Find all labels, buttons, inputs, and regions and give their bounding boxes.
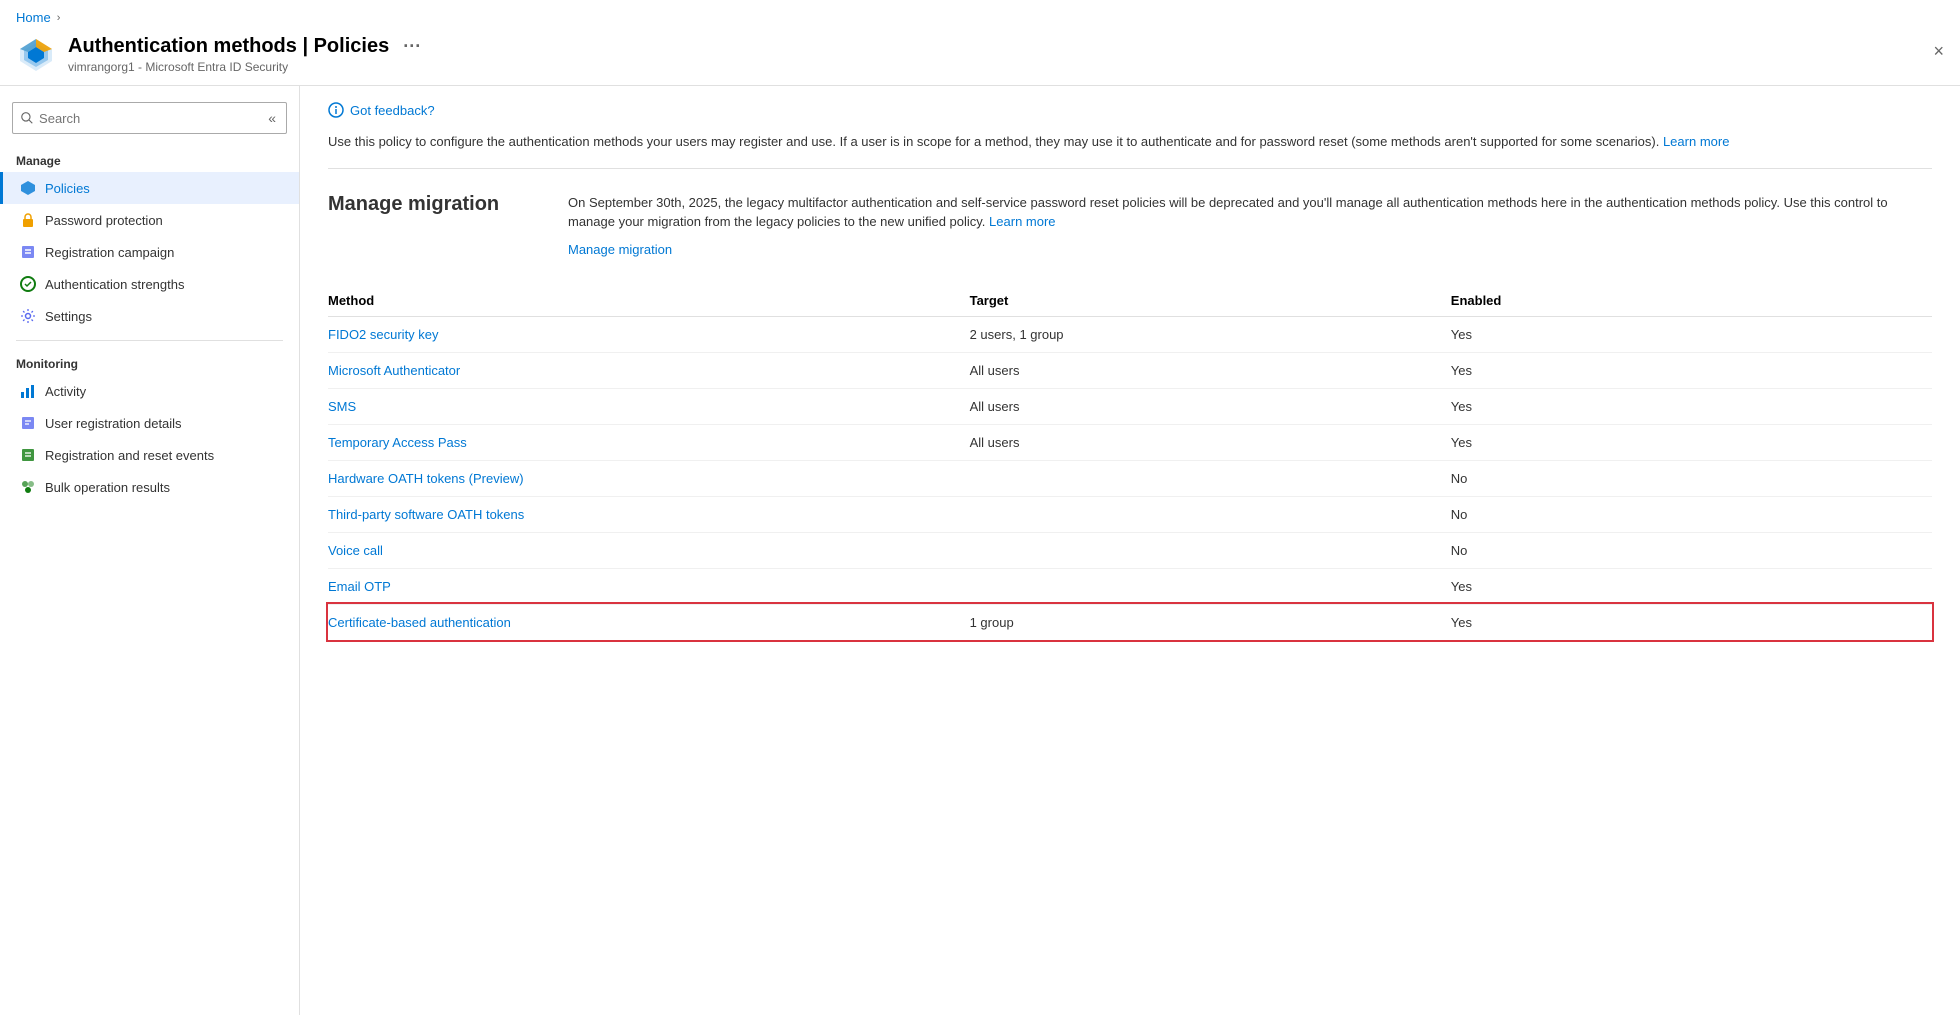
col-header-target: Target (970, 285, 1451, 317)
regcampaign-icon (19, 243, 37, 261)
table-header-row: Method Target Enabled (328, 285, 1932, 317)
close-button[interactable]: × (1933, 41, 1944, 62)
method-cell[interactable]: SMS (328, 388, 970, 424)
breadcrumb-home[interactable]: Home (16, 10, 51, 25)
breadcrumb-separator: › (57, 12, 61, 24)
method-cell[interactable]: Microsoft Authenticator (328, 352, 970, 388)
main-layout: « Manage Policies Password protection (0, 86, 1960, 1015)
app-icon (16, 35, 56, 75)
sidebar-item-bulk-operations[interactable]: Bulk operation results (0, 471, 299, 503)
enabled-cell: Yes (1451, 388, 1932, 424)
method-cell[interactable]: Temporary Access Pass (328, 424, 970, 460)
target-cell: All users (970, 352, 1451, 388)
target-cell (970, 460, 1451, 496)
method-cell[interactable]: Hardware OATH tokens (Preview) (328, 460, 970, 496)
methods-table: Method Target Enabled FIDO2 security key… (328, 285, 1932, 641)
policy-learn-more-link[interactable]: Learn more (1663, 134, 1729, 149)
method-cell[interactable]: Third-party software OATH tokens (328, 496, 970, 532)
migration-section: Manage migration On September 30th, 2025… (328, 193, 1932, 257)
page-title: Authentication methods | Policies ··· (68, 35, 1944, 58)
regevents-icon (19, 446, 37, 464)
table-row: FIDO2 security key2 users, 1 groupYes (328, 316, 1932, 352)
authstrength-icon (19, 275, 37, 293)
target-cell (970, 568, 1451, 604)
target-cell (970, 532, 1451, 568)
collapse-button[interactable]: « (266, 108, 278, 128)
target-cell: 1 group (970, 604, 1451, 640)
enabled-cell: No (1451, 460, 1932, 496)
password-icon (19, 211, 37, 229)
activity-icon (19, 382, 37, 400)
breadcrumb: Home › (0, 0, 1960, 29)
target-cell: All users (970, 388, 1451, 424)
target-cell: All users (970, 424, 1451, 460)
method-cell[interactable]: Email OTP (328, 568, 970, 604)
search-input[interactable] (39, 111, 260, 126)
search-icon (21, 111, 33, 125)
enabled-cell: No (1451, 532, 1932, 568)
manage-migration-link[interactable]: Manage migration (568, 242, 1932, 257)
method-cell[interactable]: Certificate-based authentication (328, 604, 970, 640)
manage-section-title: Manage (0, 146, 299, 172)
sidebar-item-activity[interactable]: Activity (0, 375, 299, 407)
main-content: Got feedback? Use this policy to configu… (300, 86, 1960, 1015)
migration-learn-more-link[interactable]: Learn more (989, 214, 1055, 229)
sidebar-item-policies[interactable]: Policies (0, 172, 299, 204)
enabled-cell: Yes (1451, 316, 1932, 352)
migration-description: On September 30th, 2025, the legacy mult… (568, 193, 1932, 232)
table-row: Hardware OATH tokens (Preview) No (328, 460, 1932, 496)
more-options-button[interactable]: ··· (399, 36, 425, 57)
enabled-cell: Yes (1451, 604, 1932, 640)
table-row: Third-party software OATH tokens No (328, 496, 1932, 532)
table-row: Certificate-based authentication1 groupY… (328, 604, 1932, 640)
enabled-cell: Yes (1451, 568, 1932, 604)
table-row: Email OTP Yes (328, 568, 1932, 604)
enabled-cell: Yes (1451, 424, 1932, 460)
sidebar-item-password-protection[interactable]: Password protection (0, 204, 299, 236)
policies-icon (19, 179, 37, 197)
migration-body: On September 30th, 2025, the legacy mult… (568, 193, 1932, 257)
bulkops-icon (19, 478, 37, 496)
header-text: Authentication methods | Policies ··· vi… (68, 35, 1944, 74)
enabled-cell: Yes (1451, 352, 1932, 388)
page-subtitle: vimrangorg1 - Microsoft Entra ID Securit… (68, 60, 1944, 74)
feedback-label: Got feedback? (350, 103, 435, 118)
target-cell: 2 users, 1 group (970, 316, 1451, 352)
method-cell[interactable]: Voice call (328, 532, 970, 568)
policy-description: Use this policy to configure the authent… (328, 132, 1932, 169)
col-header-enabled: Enabled (1451, 285, 1932, 317)
method-cell[interactable]: FIDO2 security key (328, 316, 970, 352)
monitoring-section-title: Monitoring (0, 349, 299, 375)
search-container: « (12, 102, 287, 134)
table-row: Voice call No (328, 532, 1932, 568)
sidebar-item-registration-events[interactable]: Registration and reset events (0, 439, 299, 471)
table-row: SMSAll usersYes (328, 388, 1932, 424)
sidebar-item-user-registration[interactable]: User registration details (0, 407, 299, 439)
col-header-method: Method (328, 285, 970, 317)
sidebar-item-settings[interactable]: Settings (0, 300, 299, 332)
table-row: Temporary Access PassAll usersYes (328, 424, 1932, 460)
migration-title: Manage migration (328, 193, 548, 216)
target-cell (970, 496, 1451, 532)
settings-icon (19, 307, 37, 325)
table-row: Microsoft AuthenticatorAll usersYes (328, 352, 1932, 388)
enabled-cell: No (1451, 496, 1932, 532)
feedback-bar[interactable]: Got feedback? (328, 102, 1932, 118)
sidebar: « Manage Policies Password protection (0, 86, 300, 1015)
sidebar-item-registration-campaign[interactable]: Registration campaign (0, 236, 299, 268)
sidebar-item-authentication-strengths[interactable]: Authentication strengths (0, 268, 299, 300)
usereg-icon (19, 414, 37, 432)
feedback-icon (328, 102, 344, 118)
page-header: Authentication methods | Policies ··· vi… (0, 29, 1960, 86)
sidebar-divider (16, 340, 283, 341)
